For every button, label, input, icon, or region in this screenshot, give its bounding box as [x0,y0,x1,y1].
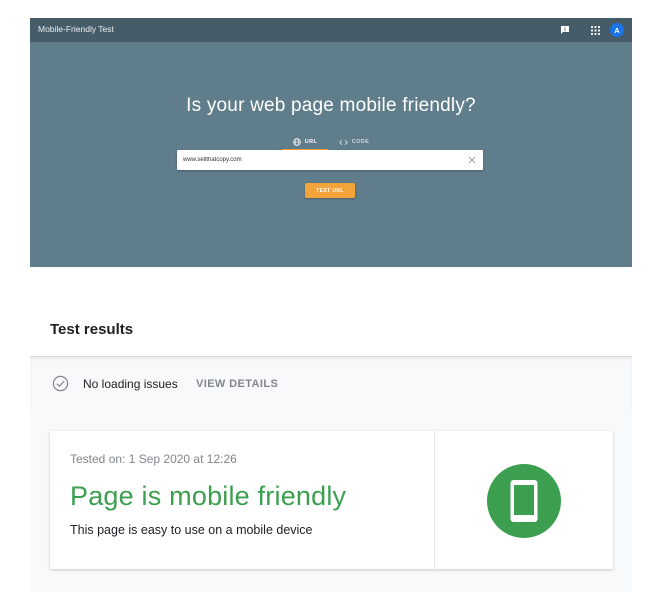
view-details-link[interactable]: VIEW DETAILS [196,378,278,390]
close-icon[interactable] [467,155,477,165]
results-title: Test results [50,321,134,338]
apps-grid-icon[interactable] [586,21,604,39]
app-title: Mobile-Friendly Test [38,24,114,34]
check-circle-icon [52,375,69,392]
tested-on-timestamp: Tested on: 1 Sep 2020 at 12:26 [70,452,237,466]
globe-icon [292,138,301,146]
code-icon [338,139,348,145]
hero-heading: Is your web page mobile friendly? [186,95,476,116]
top-bar-actions: A [556,21,624,39]
url-field[interactable] [177,150,483,170]
mobile-phone-icon [487,464,561,538]
result-heading: Page is mobile friendly [70,481,347,511]
result-description: This page is easy to use on a mobile dev… [70,523,313,537]
loading-status-bar: No loading issues VIEW DETAILS [30,356,632,412]
tab-code[interactable]: CODE [334,135,374,149]
top-app-bar: Mobile-Friendly Test A [30,18,632,42]
loading-status-text: No loading issues [83,377,178,391]
account-avatar[interactable]: A [610,23,624,37]
result-summary: Tested on: 1 Sep 2020 at 12:26 Page is m… [50,431,435,569]
url-input[interactable] [183,153,459,167]
tab-code-label: CODE [351,139,370,145]
tab-url-label: URL [304,139,318,145]
result-area: Tested on: 1 Sep 2020 at 12:26 Page is m… [30,411,632,592]
input-mode-tabs: URL CODE [282,135,382,151]
test-url-button[interactable]: TEST URL [305,183,355,198]
tab-url[interactable]: URL [282,135,328,151]
result-card: Tested on: 1 Sep 2020 at 12:26 Page is m… [50,431,613,569]
hero-panel: Is your web page mobile friendly? URL CO… [30,42,632,267]
feedback-icon[interactable] [556,21,574,39]
